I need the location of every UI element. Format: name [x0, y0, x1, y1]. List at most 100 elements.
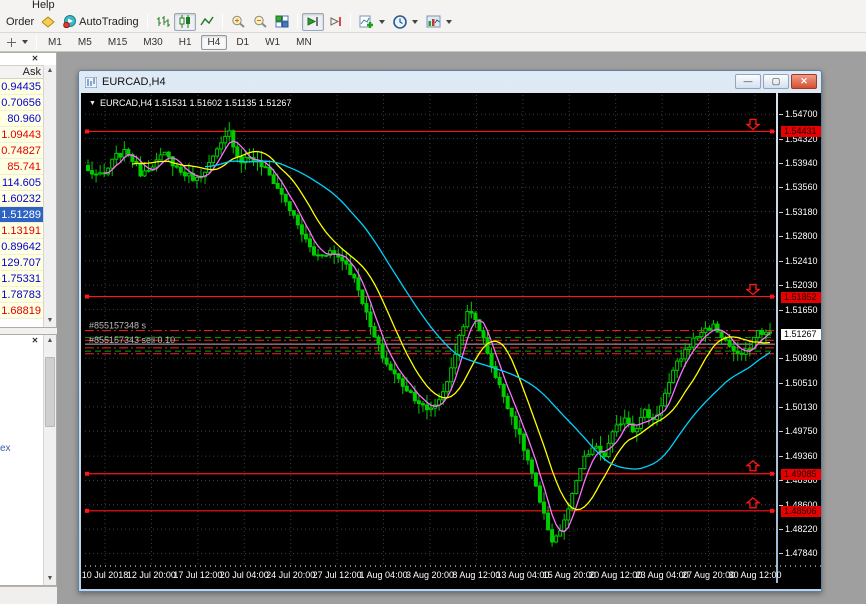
- menu-help[interactable]: Help: [28, 0, 59, 11]
- market-watch-row[interactable]: 0.70656: [0, 95, 44, 111]
- chart-shift-button[interactable]: [324, 13, 346, 31]
- market-watch-row[interactable]: 1.68819: [0, 303, 44, 319]
- timeframe-button-m5[interactable]: M5: [71, 35, 99, 50]
- separator: [297, 14, 298, 29]
- timeframe-button-w1[interactable]: W1: [258, 35, 287, 50]
- chart-window[interactable]: EURCAD,H4 — ▢ ✕ #855157348 s#855157343 s…: [78, 70, 822, 592]
- periods-button[interactable]: [389, 13, 422, 31]
- price-axis[interactable]: 1.547001.543201.539401.535601.531801.528…: [779, 95, 821, 565]
- timeframe-button-m15[interactable]: M15: [101, 35, 134, 50]
- restore-button[interactable]: ▢: [763, 74, 789, 89]
- market-watch-row[interactable]: 1.13191: [0, 223, 44, 239]
- chevron-down-icon: [379, 20, 385, 24]
- market-watch-row[interactable]: 129.707: [0, 255, 44, 271]
- price-tag: 1.51852: [781, 292, 821, 303]
- panel-link[interactable]: ex: [0, 443, 11, 454]
- market-watch-row[interactable]: 0.74827: [0, 143, 44, 159]
- market-watch-row[interactable]: 85.741: [0, 159, 44, 175]
- line-chart-button[interactable]: [196, 13, 218, 31]
- market-watch-row[interactable]: 1.78783: [0, 287, 44, 303]
- scrollbar-thumb[interactable]: [45, 357, 55, 427]
- timeframe-toolbar: M1M5M15M30H1H4D1W1MN: [0, 33, 866, 52]
- price-axis-label: 1.50130: [785, 402, 818, 412]
- autotrading-button[interactable]: AutoTrading: [59, 13, 143, 31]
- market-watch-row[interactable]: 1.75331: [0, 271, 44, 287]
- main-toolbar: Order AutoTrading: [0, 11, 866, 33]
- timeframe-button-m30[interactable]: M30: [136, 35, 169, 50]
- navigator-scrollbar[interactable]: ▲ ▼: [43, 335, 56, 585]
- indicators-icon: [359, 15, 374, 29]
- chevron-down-icon: [446, 20, 452, 24]
- order-icon[interactable]: [38, 13, 59, 31]
- price-axis-label: 1.53940: [785, 158, 818, 168]
- chart-window-icon: [85, 77, 97, 88]
- scroll-down-icon[interactable]: ▼: [44, 315, 56, 327]
- candlestick-chart[interactable]: #855157348 s#855157343 sell 0.10: [85, 95, 775, 565]
- separator: [36, 35, 37, 50]
- price-axis-label: 1.50890: [785, 353, 818, 363]
- time-axis[interactable]: 10 Jul 201812 Jul 20:0017 Jul 12:0020 Ju…: [85, 565, 821, 585]
- crosshair-icon: [6, 37, 17, 48]
- market-watch-row[interactable]: 1.60232: [0, 191, 44, 207]
- price-axis-label: 1.52800: [785, 231, 818, 241]
- market-watch-row[interactable]: 1.09443: [0, 127, 44, 143]
- price-axis-label: 1.48220: [785, 524, 818, 534]
- minimize-button[interactable]: —: [735, 74, 761, 89]
- market-watch-scrollbar[interactable]: ▲ ▼: [43, 65, 56, 327]
- tile-windows-button[interactable]: [271, 13, 293, 31]
- indicators-button[interactable]: [355, 13, 389, 31]
- auto-scroll-icon: [306, 15, 320, 28]
- scroll-up-icon[interactable]: ▲: [44, 65, 56, 77]
- scroll-up-icon[interactable]: ▲: [44, 335, 56, 347]
- chart-info-line[interactable]: ▼ EURCAD,H4 1.51531 1.51602 1.51135 1.51…: [89, 98, 291, 108]
- price-axis-label: 1.52410: [785, 256, 818, 266]
- menu-bar: Help: [0, 0, 866, 11]
- chart-window-title: EURCAD,H4: [102, 76, 166, 88]
- price-axis-label: 1.49750: [785, 426, 818, 436]
- price-tag: 1.54431: [781, 126, 821, 137]
- new-order-button[interactable]: Order: [2, 13, 38, 31]
- chart-shift-icon: [328, 15, 342, 28]
- timeframe-button-d1[interactable]: D1: [229, 35, 256, 50]
- axis-divider: [776, 93, 778, 583]
- market-watch-row[interactable]: 1.51289: [0, 207, 44, 223]
- tile-windows-icon: [275, 15, 289, 28]
- price-axis-label: 1.54700: [785, 109, 818, 119]
- market-watch-column-header[interactable]: Ask: [0, 65, 44, 79]
- chevron-down-icon: [412, 20, 418, 24]
- timeframe-button-m1[interactable]: M1: [41, 35, 69, 50]
- close-icon[interactable]: ✕: [29, 335, 41, 346]
- navigator-panel: ✕ ex ▲ ▼: [0, 334, 57, 586]
- autotrading-icon: [63, 15, 76, 28]
- market-watch-row[interactable]: 0.94435: [0, 79, 44, 95]
- market-watch-row[interactable]: 0.89642: [0, 239, 44, 255]
- periods-icon: [393, 15, 407, 29]
- line-chart-icon: [200, 15, 214, 28]
- market-watch-row[interactable]: 80.960: [0, 111, 44, 127]
- candlestick-chart-icon: [178, 15, 192, 28]
- timeframe-button-mn[interactable]: MN: [289, 35, 319, 50]
- price-tag: 1.51267: [781, 329, 821, 340]
- price-tag: 1.49085: [781, 469, 821, 480]
- market-watch-row[interactable]: 114.605: [0, 175, 44, 191]
- templates-button[interactable]: [422, 13, 456, 31]
- chart-plot-area[interactable]: #855157348 s#855157343 sell 0.10 ▼ EURCA…: [85, 95, 775, 565]
- auto-scroll-button[interactable]: [302, 13, 324, 31]
- chart-client-area: #855157348 s#855157343 sell 0.10 ▼ EURCA…: [81, 93, 821, 589]
- close-icon[interactable]: ✕: [29, 53, 41, 64]
- chart-window-titlebar[interactable]: EURCAD,H4 — ▢ ✕: [79, 71, 821, 93]
- zoom-out-button[interactable]: [249, 13, 271, 31]
- scroll-down-icon[interactable]: ▼: [44, 573, 56, 585]
- crosshair-tool-button[interactable]: [2, 33, 32, 51]
- zoom-in-button[interactable]: [227, 13, 249, 31]
- separator: [147, 14, 148, 29]
- timeframe-button-h1[interactable]: H1: [172, 35, 199, 50]
- close-button[interactable]: ✕: [791, 74, 817, 89]
- zoom-in-icon: [231, 15, 245, 28]
- market-watch-panel: ✕ Ask 0.944350.7065680.9601.094430.74827…: [0, 52, 57, 328]
- price-axis-label: 1.47840: [785, 548, 818, 558]
- timeframe-button-h4[interactable]: H4: [201, 35, 228, 50]
- bars-chart-button[interactable]: [152, 13, 174, 31]
- candlestick-chart-button[interactable]: [174, 13, 196, 31]
- chevron-down-icon: ▼: [89, 100, 96, 107]
